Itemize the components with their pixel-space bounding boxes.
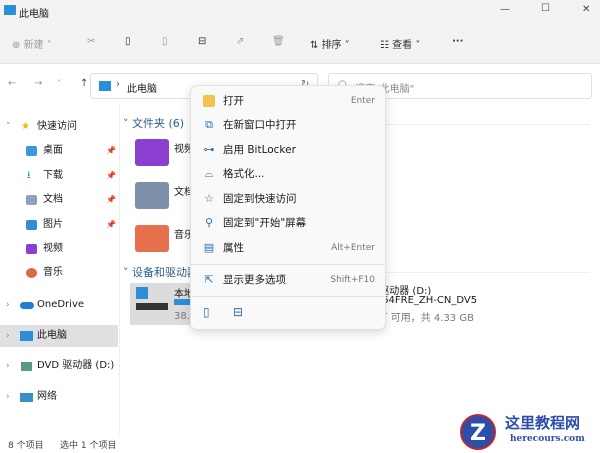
window-title: 此电脑 (19, 9, 49, 20)
video-icon (26, 244, 37, 254)
sidebar-item-music[interactable]: 音乐 (0, 262, 118, 284)
sidebar-item-dvd-drive[interactable]: ›DVD 驱动器 (D:) CI (0, 355, 118, 377)
pin-icon: ⚲ (204, 216, 214, 229)
more-button[interactable]: ··· (452, 36, 463, 47)
document-icon (26, 195, 37, 205)
status-item-count: 8 个项目 (8, 441, 44, 451)
pin-icon: 📌 (106, 146, 116, 155)
properties-icon: ▤ (203, 241, 215, 254)
sidebar-item-videos[interactable]: 视频 (0, 238, 118, 260)
menu-item-properties[interactable]: ▤ 属性 Alt+Enter (195, 237, 381, 259)
menu-item-open[interactable]: 打开 Enter (195, 90, 381, 112)
forward-button[interactable]: → (34, 78, 42, 89)
folder-icon (203, 95, 215, 107)
rename-icon[interactable]: ⊟ (198, 36, 206, 47)
videos-folder-icon (135, 139, 169, 166)
watermark-z-icon: Z (460, 414, 496, 450)
sidebar-item-onedrive[interactable]: › OneDrive (0, 294, 118, 316)
menu-item-pin-quick-access[interactable]: ☆ 固定到快速访问 (195, 188, 381, 210)
network-icon (20, 393, 33, 402)
star-icon: ★ (21, 121, 30, 132)
view-button[interactable]: ☷ 查看 ˅ (380, 36, 420, 51)
music-icon (26, 268, 37, 278)
navigation-pane: ˅ ★ 快速访问 桌面 📌 ⭳ 下载 📌 文档 📌 图片 📌 视频 音乐 › OneDrive … (0, 112, 118, 432)
minimize-button[interactable]: — (500, 4, 510, 15)
sidebar-item-documents[interactable]: 文档 📌 (0, 189, 118, 211)
delete-icon[interactable]: 🗑 (272, 36, 285, 47)
divider (119, 104, 120, 434)
pin-icon: 📌 (106, 195, 116, 204)
maximize-button[interactable]: ☐ (541, 3, 550, 14)
sidebar-item-this-pc[interactable]: › 此电脑 (0, 325, 118, 347)
sidebar-item-desktop[interactable]: 桌面 📌 (0, 140, 118, 162)
up-button[interactable]: ↑ (80, 78, 88, 89)
computer-icon (99, 81, 111, 91)
drive-bar-icon (136, 303, 168, 310)
open-external-icon: ⧉ (205, 118, 213, 131)
command-bar: ⊕ 新建 ˅ ✂ ▯ ▯ ⊟ ⇗ 🗑 ⇅ 排序 ˅ ☷ 查看 ˅ ··· (0, 24, 600, 64)
context-menu: 打开 Enter ⧉ 在新窗口中打开 ⊶ 启用 BitLocker ⌓ 格式化... ☆… (190, 85, 386, 330)
computer-icon (4, 5, 16, 15)
back-button[interactable]: ← (8, 78, 16, 89)
watermark-logo: Z 这里教程网 herecours.com (455, 410, 600, 453)
pictures-icon (26, 220, 37, 230)
title-bar: 此电脑 — ☐ ✕ (0, 0, 600, 24)
sidebar-item-pictures[interactable]: 图片 📌 (0, 214, 118, 236)
rename-icon[interactable]: ⊟ (233, 305, 243, 319)
menu-item-format[interactable]: ⌓ 格式化... (195, 163, 381, 185)
menu-separator (191, 264, 385, 265)
paste-icon[interactable]: ▯ (162, 36, 168, 47)
music-folder-icon (135, 225, 169, 252)
download-icon: ⭳ (27, 170, 31, 181)
watermark-title: 这里教程网 (505, 414, 581, 432)
star-icon: ☆ (204, 192, 214, 205)
watermark-url: herecours.com (510, 434, 585, 444)
status-selected-count: 选中 1 个项目 (60, 441, 117, 451)
key-icon: ⊶ (203, 143, 215, 156)
show-more-icon: ⇱ (204, 273, 214, 286)
sort-button[interactable]: ⇅ 排序 ˅ (310, 36, 350, 51)
windows-drive-icon (136, 287, 148, 299)
sidebar-item-network[interactable]: › 网络 (0, 386, 118, 408)
breadcrumb-this-pc[interactable]: 此电脑 (127, 80, 157, 95)
cloud-icon (20, 302, 34, 309)
close-button[interactable]: ✕ (582, 4, 590, 15)
new-button[interactable]: ⊕ 新建 ˅ (12, 36, 52, 51)
documents-folder-icon (135, 182, 169, 209)
pin-icon: 📌 (106, 220, 116, 229)
copy-icon[interactable]: ▯ (125, 36, 131, 47)
section-folders-header[interactable]: ˅ 文件夹 (6) (123, 115, 184, 131)
section-devices-header[interactable]: ˅ 设备和驱动器 (123, 264, 198, 280)
pin-icon: 📌 (106, 171, 116, 180)
breadcrumb-separator: › (116, 79, 120, 90)
menu-separator (191, 296, 385, 297)
menu-item-pin-start[interactable]: ⚲ 固定到"开始"屏幕 (195, 212, 381, 234)
sidebar-item-quick-access[interactable]: ˅ ★ 快速访问 (0, 116, 118, 138)
sidebar-item-downloads[interactable]: ⭳ 下载 📌 (0, 165, 118, 187)
menu-item-show-more-options[interactable]: ⇱ 显示更多选项 Shift+F10 (195, 269, 381, 291)
computer-icon (20, 331, 33, 341)
dvd-icon (21, 362, 32, 371)
share-icon[interactable]: ⇗ (236, 36, 244, 47)
recent-dropdown[interactable]: ˅ (57, 79, 61, 88)
menu-item-open-new-window[interactable]: ⧉ 在新窗口中打开 (195, 114, 381, 136)
menu-item-bitlocker[interactable]: ⊶ 启用 BitLocker (195, 139, 381, 161)
cut-icon[interactable]: ✂ (87, 36, 95, 47)
copy-icon[interactable]: ▯ (203, 305, 210, 319)
desktop-icon (26, 146, 37, 156)
format-icon: ⌓ (204, 167, 214, 180)
